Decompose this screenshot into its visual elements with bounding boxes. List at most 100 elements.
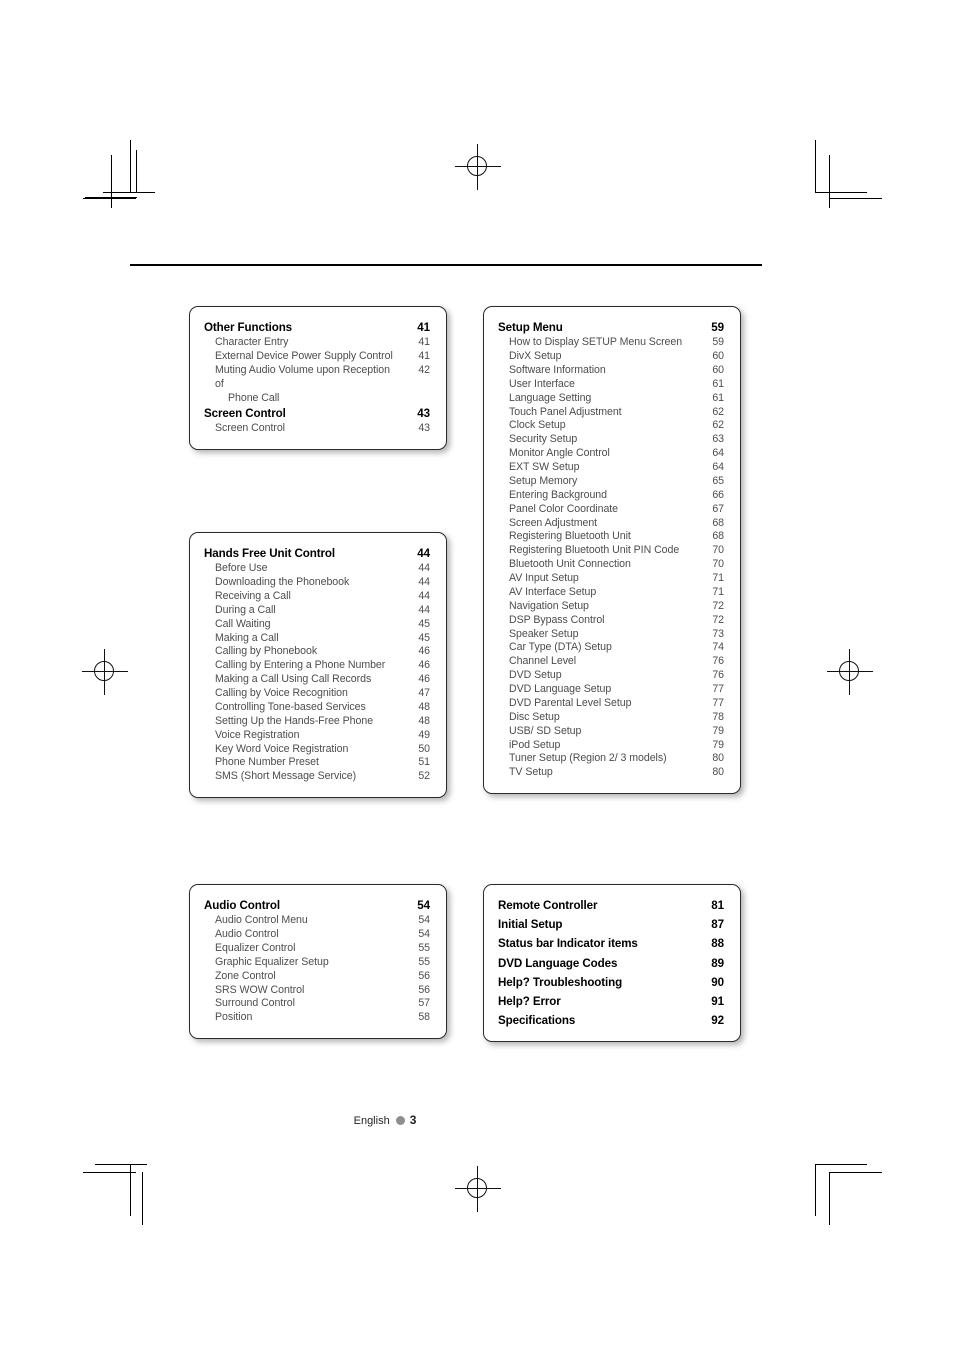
toc-item-row[interactable]: Language Setting 61: [498, 392, 724, 406]
toc-item-row[interactable]: Controlling Tone-based Services 48: [204, 701, 430, 715]
toc-item-row[interactable]: Audio Control 54: [204, 928, 430, 942]
toc-item-row[interactable]: Surround Control 57: [204, 997, 430, 1011]
toc-entry-title: Channel Level: [509, 655, 577, 668]
toc-entry-page-number: 79: [712, 738, 724, 751]
toc-item-row[interactable]: Audio Control Menu 54: [204, 914, 430, 928]
toc-entry-page-number: 61: [712, 391, 724, 404]
toc-item-row[interactable]: During a Call 44: [204, 604, 430, 618]
toc-entry-page-number: 73: [712, 627, 724, 640]
toc-item-row[interactable]: Calling by Entering a Phone Number 46: [204, 659, 430, 673]
toc-item-row[interactable]: Tuner Setup (Region 2/ 3 models) 80: [498, 752, 724, 766]
toc-item-row[interactable]: Making a Call Using Call Records 46: [204, 673, 430, 687]
toc-section-row[interactable]: DVD Language Codes 89: [498, 956, 724, 971]
toc-item-row[interactable]: Software Information 60: [498, 364, 724, 378]
toc-item-row[interactable]: Setup Memory 65: [498, 475, 724, 489]
toc-item-row[interactable]: DVD Language Setup 77: [498, 683, 724, 697]
toc-section-row[interactable]: Other Functions 41: [204, 320, 430, 335]
toc-item-row[interactable]: USB/ SD Setup 79: [498, 725, 724, 739]
toc-item-row[interactable]: Calling by Voice Recognition 47: [204, 687, 430, 701]
toc-item-row[interactable]: Entering Background 66: [498, 489, 724, 503]
toc-item-row[interactable]: AV Interface Setup 71: [498, 586, 724, 600]
toc-item-row[interactable]: SRS WOW Control 56: [204, 984, 430, 998]
toc-item-row[interactable]: Speaker Setup 73: [498, 628, 724, 642]
toc-item-row[interactable]: Bluetooth Unit Connection 70: [498, 558, 724, 572]
toc-item-row[interactable]: EXT SW Setup 64: [498, 461, 724, 475]
toc-entry-page-number: 68: [712, 530, 724, 543]
toc-section-row[interactable]: Audio Control 54: [204, 898, 430, 913]
toc-section-row[interactable]: Initial Setup 87: [498, 917, 724, 932]
toc-item-row[interactable]: Zone Control 56: [204, 970, 430, 984]
toc-item-row[interactable]: Touch Panel Adjustment 62: [498, 406, 724, 420]
toc-item-row[interactable]: Screen Adjustment 68: [498, 517, 724, 531]
toc-entry-page-number: 77: [712, 683, 724, 696]
toc-item-row[interactable]: Character Entry 41: [204, 336, 430, 350]
toc-entry-title: Downloading the Phonebook: [215, 576, 350, 589]
toc-item-row[interactable]: DSP Bypass Control 72: [498, 614, 724, 628]
toc-item-row[interactable]: External Device Power Supply Control 41: [204, 350, 430, 364]
toc-item-row[interactable]: User Interface 61: [498, 378, 724, 392]
toc-item-row[interactable]: Channel Level 76: [498, 655, 724, 669]
toc-section-row[interactable]: Hands Free Unit Control 44: [204, 546, 430, 561]
toc-entry-title: DVD Parental Level Setup: [509, 696, 632, 709]
toc-box-other-functions: Other Functions 41 Character Entry 41 Extern…: [189, 306, 447, 450]
toc-entry-title: DVD Language Codes: [498, 956, 618, 970]
toc-section-row[interactable]: Status bar Indicator items 88: [498, 936, 724, 951]
toc-entry-page-number: 61: [712, 377, 724, 390]
toc-item-row[interactable]: Disc Setup 78: [498, 711, 724, 725]
toc-item-row[interactable]: Making a Call 45: [204, 632, 430, 646]
toc-item-row[interactable]: Calling by Phonebook 46: [204, 645, 430, 659]
toc-item-row[interactable]: Call Waiting 45: [204, 618, 430, 632]
toc-item-row[interactable]: SMS (Short Message Service) 52: [204, 770, 430, 784]
toc-item-row[interactable]: Clock Setup 62: [498, 419, 724, 433]
toc-section-row[interactable]: Help? Error 91: [498, 994, 724, 1009]
toc-item-row[interactable]: Car Type (DTA) Setup 74: [498, 641, 724, 655]
toc-item-row[interactable]: Key Word Voice Registration 50: [204, 743, 430, 757]
toc-item-row[interactable]: How to Display SETUP Menu Screen 59: [498, 336, 724, 350]
toc-item-row[interactable]: Monitor Angle Control 64: [498, 447, 724, 461]
toc-item-row[interactable]: Registering Bluetooth Unit 68: [498, 530, 724, 544]
toc-item-row[interactable]: iPod Setup 79: [498, 739, 724, 753]
toc-item-row[interactable]: DivX Setup 60: [498, 350, 724, 364]
toc-item-row[interactable]: Receiving a Call 44: [204, 590, 430, 604]
toc-item-row[interactable]: AV Input Setup 71: [498, 572, 724, 586]
toc-entry-title: Clock Setup: [509, 419, 566, 432]
toc-entry-title: Navigation Setup: [509, 599, 589, 612]
toc-entry-page-number: 64: [712, 447, 724, 460]
toc-item-row[interactable]: DVD Parental Level Setup 77: [498, 697, 724, 711]
toc-entry-page-number: 79: [712, 724, 724, 737]
toc-box-setup-menu: Setup Menu 59 How to Display SETUP Menu Sc…: [483, 306, 741, 795]
toc-item-row[interactable]: Security Setup 63: [498, 433, 724, 447]
registration-mark-left-center: [82, 649, 128, 695]
toc-item-row[interactable]: Equalizer Control 55: [204, 942, 430, 956]
toc-item-row[interactable]: Phone Number Preset 51: [204, 756, 430, 770]
toc-item-row[interactable]: Panel Color Coordinate 67: [498, 503, 724, 517]
page-footer: English 3: [0, 1113, 954, 1127]
toc-entry-title: Audio Control Menu: [215, 914, 308, 927]
toc-item-row[interactable]: Voice Registration 49: [204, 729, 430, 743]
toc-section-row[interactable]: Specifications 92: [498, 1013, 724, 1028]
toc-entry-title: Disc Setup: [509, 710, 560, 723]
toc-item-row[interactable]: Downloading the Phonebook 44: [204, 576, 430, 590]
toc-entry-page-number: 81: [711, 899, 724, 912]
toc-item-row[interactable]: Muting Audio Volume upon Reception of Pho…: [204, 364, 430, 406]
toc-item-row[interactable]: Setting Up the Hands-Free Phone 48: [204, 715, 430, 729]
toc-item-row[interactable]: Before Use 44: [204, 562, 430, 576]
toc-entry-title: Specifications: [498, 1014, 576, 1028]
toc-section-row[interactable]: Setup Menu 59: [498, 320, 724, 335]
toc-section-row[interactable]: Help? Troubleshooting 90: [498, 975, 724, 990]
toc-entry-page-number: 92: [711, 1014, 724, 1028]
toc-entry-title: Calling by Voice Recognition: [215, 687, 348, 700]
toc-item-row[interactable]: DVD Setup 76: [498, 669, 724, 683]
toc-item-row[interactable]: Screen Control 43: [204, 422, 430, 436]
toc-item-row[interactable]: Navigation Setup 72: [498, 600, 724, 614]
toc-item-row[interactable]: Registering Bluetooth Unit PIN Code 70: [498, 544, 724, 558]
toc-entry-page-number: 56: [418, 969, 430, 982]
toc-entry-title: Call Waiting: [215, 617, 271, 630]
toc-entry-page-number: 43: [418, 421, 430, 434]
toc-section-row[interactable]: Screen Control 43: [204, 406, 430, 421]
toc-item-row[interactable]: Position 58: [204, 1011, 430, 1025]
toc-item-row[interactable]: TV Setup 80: [498, 766, 724, 780]
toc-item-row[interactable]: Graphic Equalizer Setup 55: [204, 956, 430, 970]
toc-entry-title: Software Information: [509, 363, 606, 376]
toc-section-row[interactable]: Remote Controller 81: [498, 898, 724, 913]
